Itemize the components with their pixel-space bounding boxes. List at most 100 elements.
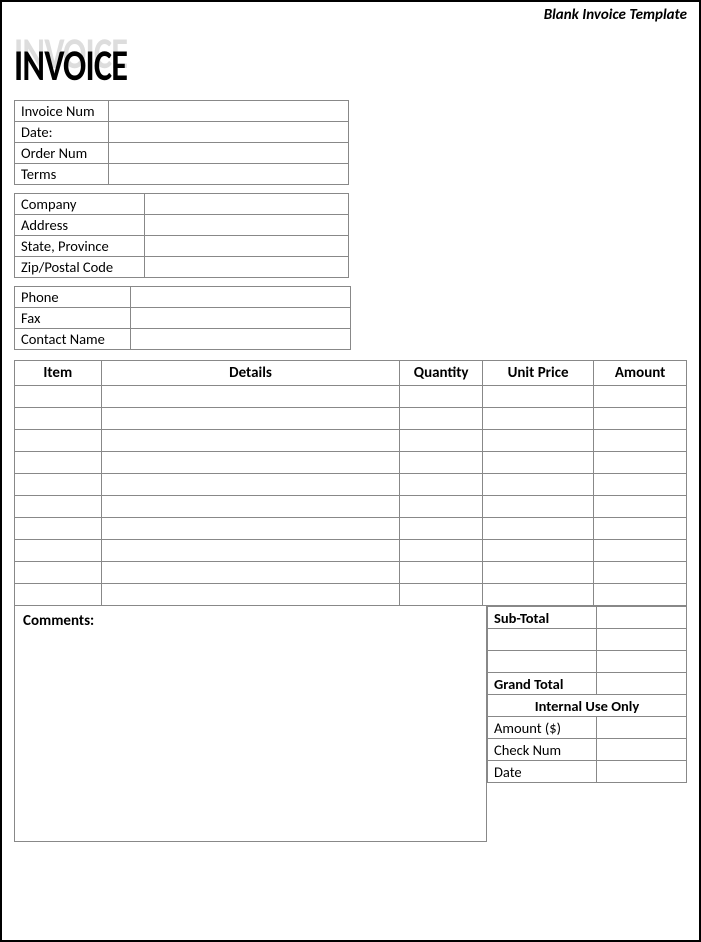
phone-field[interactable]: [131, 287, 351, 308]
zip-field[interactable]: [145, 257, 349, 278]
date-label: Date:: [15, 122, 109, 143]
cell-quantity[interactable]: [400, 518, 482, 540]
invoice-num-field[interactable]: [109, 101, 349, 122]
table-row: [15, 452, 687, 474]
terms-field[interactable]: [109, 164, 349, 185]
totals-blank2-value[interactable]: [596, 651, 686, 673]
internal-amount-label: Amount ($): [488, 717, 597, 739]
table-row: [15, 408, 687, 430]
comments-box[interactable]: Comments:: [14, 606, 487, 842]
cell-unit_price[interactable]: [482, 584, 593, 606]
table-row: [15, 562, 687, 584]
cell-amount[interactable]: [594, 518, 687, 540]
cell-item[interactable]: [15, 386, 102, 408]
cell-item[interactable]: [15, 408, 102, 430]
cell-item[interactable]: [15, 518, 102, 540]
cell-details[interactable]: [101, 584, 400, 606]
cell-amount[interactable]: [594, 584, 687, 606]
company-field[interactable]: [145, 194, 349, 215]
internal-date-label: Date: [488, 761, 597, 783]
address-field[interactable]: [145, 215, 349, 236]
cell-amount[interactable]: [594, 430, 687, 452]
cell-details[interactable]: [101, 430, 400, 452]
cell-details[interactable]: [101, 496, 400, 518]
phone-label: Phone: [15, 287, 131, 308]
fax-label: Fax: [15, 308, 131, 329]
address-label: Address: [15, 215, 145, 236]
cell-details[interactable]: [101, 452, 400, 474]
order-num-field[interactable]: [109, 143, 349, 164]
cell-unit_price[interactable]: [482, 518, 593, 540]
cell-quantity[interactable]: [400, 408, 482, 430]
header-quantity: Quantity: [400, 361, 482, 386]
cell-unit_price[interactable]: [482, 386, 593, 408]
cell-quantity[interactable]: [400, 540, 482, 562]
zip-label: Zip/Postal Code: [15, 257, 145, 278]
contact-field[interactable]: [131, 329, 351, 350]
cell-quantity[interactable]: [400, 496, 482, 518]
date-field[interactable]: [109, 122, 349, 143]
cell-quantity[interactable]: [400, 452, 482, 474]
table-row: [15, 386, 687, 408]
grand-total-value[interactable]: [596, 673, 686, 695]
cell-details[interactable]: [101, 386, 400, 408]
terms-label: Terms: [15, 164, 109, 185]
contact-info-block: Phone Fax Contact Name: [14, 286, 687, 350]
cell-amount[interactable]: [594, 540, 687, 562]
table-row: [15, 474, 687, 496]
cell-quantity[interactable]: [400, 584, 482, 606]
table-row: [15, 540, 687, 562]
totals-blank1-label[interactable]: [488, 629, 597, 651]
cell-unit_price[interactable]: [482, 562, 593, 584]
cell-details[interactable]: [101, 562, 400, 584]
table-row: [15, 518, 687, 540]
cell-item[interactable]: [15, 452, 102, 474]
cell-quantity[interactable]: [400, 386, 482, 408]
invoice-info-block: Invoice Num Date: Order Num Terms: [14, 100, 687, 185]
cell-unit_price[interactable]: [482, 496, 593, 518]
cell-details[interactable]: [101, 540, 400, 562]
cell-unit_price[interactable]: [482, 430, 593, 452]
header-details: Details: [101, 361, 400, 386]
cell-item[interactable]: [15, 562, 102, 584]
invoice-page: Blank Invoice Template INVOICE INVOICE I…: [0, 0, 701, 942]
internal-date-value[interactable]: [596, 761, 686, 783]
grand-total-label: Grand Total: [488, 673, 597, 695]
cell-quantity[interactable]: [400, 474, 482, 496]
invoice-title: INVOICE INVOICE: [14, 32, 687, 82]
totals-box: Sub-Total Grand Total Internal Use Only: [487, 606, 687, 842]
order-num-label: Order Num: [15, 143, 109, 164]
cell-amount[interactable]: [594, 474, 687, 496]
cell-item[interactable]: [15, 496, 102, 518]
internal-amount-value[interactable]: [596, 717, 686, 739]
cell-amount[interactable]: [594, 386, 687, 408]
internal-check-value[interactable]: [596, 739, 686, 761]
state-label: State, Province: [15, 236, 145, 257]
cell-details[interactable]: [101, 518, 400, 540]
cell-unit_price[interactable]: [482, 540, 593, 562]
items-table: Item Details Quantity Unit Price Amount: [14, 360, 687, 606]
totals-blank2-label[interactable]: [488, 651, 597, 673]
cell-amount[interactable]: [594, 408, 687, 430]
state-field[interactable]: [145, 236, 349, 257]
cell-amount[interactable]: [594, 452, 687, 474]
cell-quantity[interactable]: [400, 430, 482, 452]
cell-unit_price[interactable]: [482, 408, 593, 430]
fax-field[interactable]: [131, 308, 351, 329]
cell-amount[interactable]: [594, 496, 687, 518]
subtotal-value[interactable]: [596, 607, 686, 629]
cell-details[interactable]: [101, 474, 400, 496]
totals-blank1-value[interactable]: [596, 629, 686, 651]
bottom-section: Comments: Sub-Total Grand Total: [14, 606, 687, 842]
cell-unit_price[interactable]: [482, 452, 593, 474]
cell-amount[interactable]: [594, 562, 687, 584]
cell-item[interactable]: [15, 430, 102, 452]
cell-details[interactable]: [101, 408, 400, 430]
cell-unit_price[interactable]: [482, 474, 593, 496]
internal-use-header: Internal Use Only: [488, 695, 687, 717]
cell-quantity[interactable]: [400, 562, 482, 584]
cell-item[interactable]: [15, 474, 102, 496]
header-item: Item: [15, 361, 102, 386]
cell-item[interactable]: [15, 540, 102, 562]
cell-item[interactable]: [15, 584, 102, 606]
